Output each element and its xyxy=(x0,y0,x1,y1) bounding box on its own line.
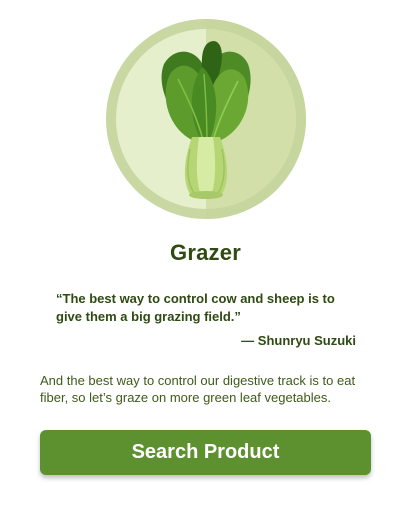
hero-badge xyxy=(106,19,306,219)
quote-author: — Shunryu Suzuki xyxy=(241,333,356,348)
bok-choy-icon xyxy=(106,19,306,219)
description-text: And the best way to control our digestiv… xyxy=(40,373,356,405)
page-title: Grazer xyxy=(170,240,241,265)
search-product-button[interactable]: Search Product xyxy=(40,430,371,475)
quote-text: “The best way to control cow and sheep i… xyxy=(56,291,335,324)
